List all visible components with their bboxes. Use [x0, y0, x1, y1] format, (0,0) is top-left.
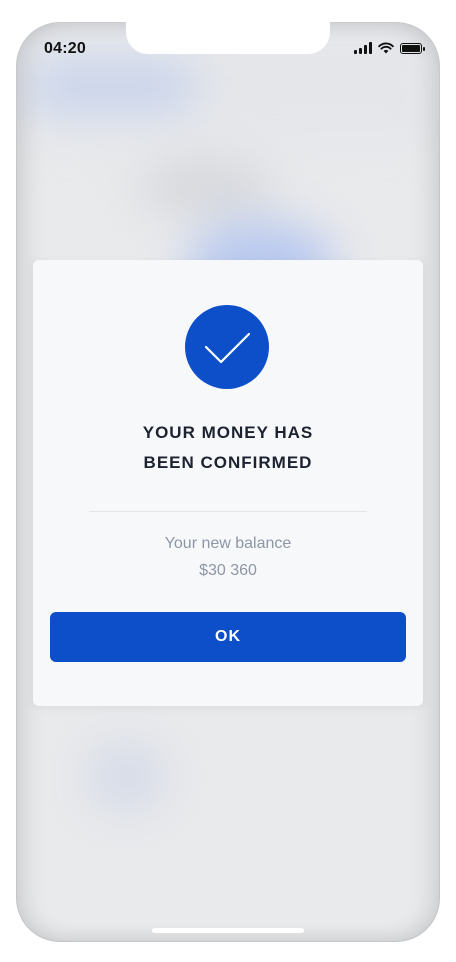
phone-screen: 04:20 YOUR MONEY HAS BEEN CONFIRMED Your…	[16, 22, 440, 942]
divider	[89, 511, 367, 512]
dialog-title-line-1: YOUR MONEY HAS	[142, 423, 314, 442]
dialog-title: YOUR MONEY HAS BEEN CONFIRMED	[33, 418, 423, 478]
balance-label: Your new balance	[164, 535, 292, 552]
confirmation-dialog: YOUR MONEY HAS BEEN CONFIRMED Your new b…	[33, 260, 423, 706]
balance-value: $30 360	[199, 562, 257, 579]
ok-button[interactable]: OK	[50, 612, 406, 662]
home-indicator[interactable]	[152, 928, 304, 933]
cellular-signal-icon	[354, 42, 372, 54]
status-time: 04:20	[44, 40, 86, 57]
dialog-title-line-2: BEEN CONFIRMED	[143, 453, 313, 472]
status-icons	[354, 42, 425, 54]
checkmark-icon	[185, 305, 269, 389]
device-notch	[126, 22, 330, 54]
wifi-icon	[378, 42, 394, 54]
battery-icon	[400, 42, 425, 54]
